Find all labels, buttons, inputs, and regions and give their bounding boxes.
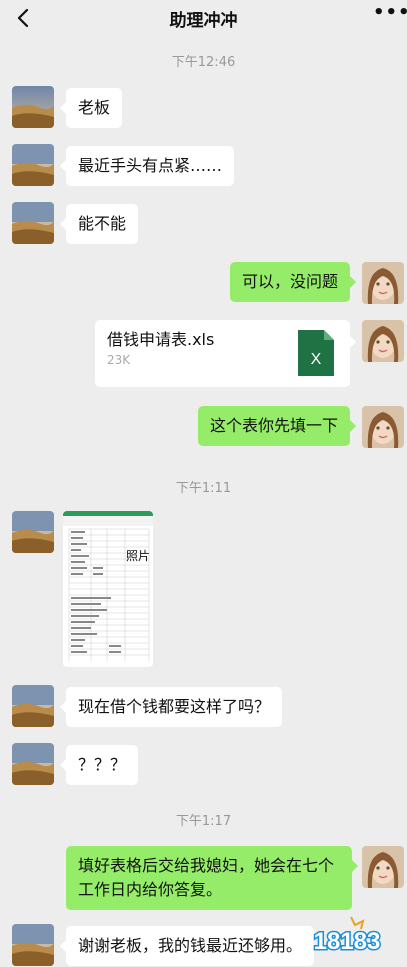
contact-avatar[interactable] bbox=[12, 86, 54, 128]
image-message[interactable]: 照片 bbox=[63, 511, 153, 667]
back-arrow-icon[interactable] bbox=[12, 6, 36, 30]
message-bubble-incoming[interactable]: 能不能 bbox=[59, 204, 139, 244]
chat-title: 助理冲冲 bbox=[169, 10, 238, 31]
image-label: 照片 bbox=[126, 549, 151, 563]
my-avatar[interactable] bbox=[362, 846, 404, 888]
excel-icon: X bbox=[298, 330, 334, 376]
svg-text:X: X bbox=[311, 351, 322, 368]
contact-avatar[interactable] bbox=[12, 743, 54, 785]
message-bubble-outgoing[interactable]: 可以，没问题 bbox=[229, 262, 357, 302]
message-bubble-outgoing[interactable]: 填好表格后交给我媳妇，她会在七个工作日内给你答复。 bbox=[66, 846, 358, 910]
message-bubble-incoming[interactable]: 老板 bbox=[59, 88, 123, 128]
my-avatar[interactable] bbox=[362, 406, 404, 448]
file-name: 借钱申请表.xls bbox=[107, 330, 215, 349]
my-avatar[interactable] bbox=[362, 262, 404, 304]
message-bubble-incoming[interactable]: 谢谢老板，我的钱最近还够用。 bbox=[59, 926, 315, 966]
contact-avatar[interactable] bbox=[12, 202, 54, 244]
contact-avatar[interactable] bbox=[12, 511, 54, 553]
spreadsheet-thumbnail bbox=[63, 511, 153, 667]
timestamp: 下午1:11 bbox=[175, 481, 232, 496]
message-bubble-outgoing[interactable]: 这个表你先填一下 bbox=[197, 406, 357, 446]
contact-avatar[interactable] bbox=[12, 685, 54, 727]
timestamp: 下午1:17 bbox=[175, 814, 232, 829]
my-avatar[interactable] bbox=[362, 320, 404, 362]
chat-header: 助理冲冲 ••• bbox=[0, 0, 407, 36]
more-options-icon[interactable]: ••• bbox=[373, 4, 407, 28]
site-watermark-logo: 18183 bbox=[299, 913, 395, 957]
message-bubble-incoming[interactable]: ？？？ bbox=[59, 745, 139, 785]
contact-avatar[interactable] bbox=[12, 924, 54, 966]
message-bubble-incoming[interactable]: 最近手头有点紧…… bbox=[59, 146, 235, 186]
file-size: 23K bbox=[107, 353, 131, 367]
contact-avatar[interactable] bbox=[12, 144, 54, 186]
timestamp: 下午12:46 bbox=[171, 55, 236, 70]
message-bubble-incoming[interactable]: 现在借个钱都要这样了吗？ bbox=[59, 687, 283, 727]
svg-text:18183: 18183 bbox=[314, 928, 381, 955]
file-message[interactable]: 借钱申请表.xls 23K X bbox=[95, 320, 356, 387]
